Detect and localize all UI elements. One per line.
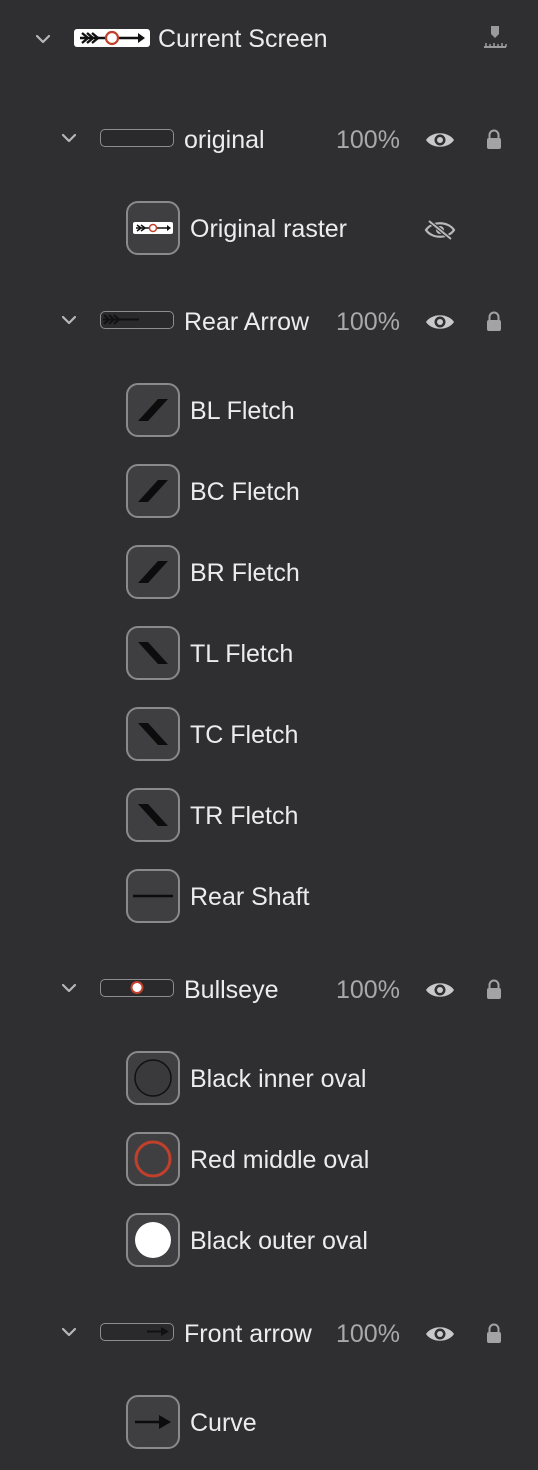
- layer-label: Rear Arrow: [184, 308, 310, 336]
- fletch-up-thumbnail-icon: [126, 464, 180, 518]
- layer-row-bc-fletch[interactable]: BC Fletch: [0, 464, 538, 520]
- layer-row-rear-arrow[interactable]: Rear Arrow 100%: [0, 306, 538, 338]
- opacity-value[interactable]: 100%: [336, 1319, 400, 1349]
- red-ring-thumbnail-icon: [126, 1132, 180, 1186]
- eye-icon[interactable]: [424, 979, 456, 1001]
- layer-label: BL Fletch: [190, 397, 295, 425]
- layer-row-rear-shaft[interactable]: Rear Shaft: [0, 869, 538, 925]
- layer-label: BC Fletch: [190, 478, 300, 506]
- lock-icon[interactable]: [485, 979, 503, 1001]
- lock-icon[interactable]: [485, 311, 503, 333]
- fletch-down-thumbnail-icon: [126, 626, 180, 680]
- eye-icon[interactable]: [424, 129, 456, 151]
- arrow-target-thumbnail-icon: [74, 28, 150, 48]
- layer-row-current-screen[interactable]: Current Screen: [0, 22, 538, 58]
- arrow-raster-thumbnail-icon: [126, 201, 180, 255]
- layer-label: Front arrow: [184, 1320, 312, 1348]
- layer-row-br-fletch[interactable]: BR Fletch: [0, 545, 538, 601]
- layer-label: Black inner oval: [190, 1065, 367, 1093]
- layer-row-bl-fletch[interactable]: BL Fletch: [0, 383, 538, 439]
- opacity-value[interactable]: 100%: [336, 975, 400, 1005]
- layer-row-original-raster[interactable]: Original raster: [0, 201, 538, 257]
- empty-thumbnail-icon: [100, 129, 174, 147]
- arrow-curve-thumbnail-icon: [126, 1395, 180, 1449]
- layer-title: Current Screen: [158, 25, 328, 53]
- layer-label: Bullseye: [184, 976, 279, 1004]
- layer-label: original: [184, 126, 265, 154]
- front-arrow-thumbnail-icon: [100, 1323, 174, 1341]
- layer-label: TC Fletch: [190, 721, 299, 749]
- layer-row-tl-fletch[interactable]: TL Fletch: [0, 626, 538, 682]
- line-thumbnail-icon: [126, 869, 180, 923]
- layer-label: TL Fletch: [190, 640, 294, 668]
- chevron-down-icon[interactable]: [34, 30, 52, 48]
- layer-label: TR Fletch: [190, 802, 299, 830]
- opacity-value[interactable]: 100%: [336, 307, 400, 337]
- layer-row-red-middle-oval[interactable]: Red middle oval: [0, 1132, 538, 1188]
- chevron-down-icon[interactable]: [60, 979, 78, 997]
- chevron-down-icon[interactable]: [60, 311, 78, 329]
- layer-row-bullseye[interactable]: Bullseye 100%: [0, 974, 538, 1006]
- layer-row-front-arrow[interactable]: Front arrow 100%: [0, 1318, 538, 1350]
- bullseye-thumbnail-icon: [100, 979, 174, 997]
- white-circle-thumbnail-icon: [126, 1213, 180, 1267]
- fletch-down-thumbnail-icon: [126, 788, 180, 842]
- layer-row-tc-fletch[interactable]: TC Fletch: [0, 707, 538, 763]
- layer-label: Original raster: [190, 215, 347, 243]
- fletch-up-thumbnail-icon: [126, 383, 180, 437]
- fletch-up-thumbnail-icon: [126, 545, 180, 599]
- lock-icon[interactable]: [485, 1323, 503, 1345]
- dark-circle-thumbnail-icon: [126, 1051, 180, 1105]
- opacity-value[interactable]: 100%: [336, 125, 400, 155]
- layer-label: BR Fletch: [190, 559, 300, 587]
- layer-row-original[interactable]: original 100%: [0, 124, 538, 156]
- lock-icon[interactable]: [485, 129, 503, 151]
- layer-row-black-inner-oval[interactable]: Black inner oval: [0, 1051, 538, 1107]
- eye-icon[interactable]: [424, 1323, 456, 1345]
- chevron-down-icon[interactable]: [60, 129, 78, 147]
- ruler-pin-icon[interactable]: [482, 24, 508, 50]
- layer-label: Black outer oval: [190, 1227, 368, 1255]
- layer-label: Curve: [190, 1409, 257, 1437]
- fletch-down-thumbnail-icon: [126, 707, 180, 761]
- eye-slash-icon[interactable]: [424, 219, 456, 241]
- layer-label: Red middle oval: [190, 1146, 370, 1174]
- eye-icon[interactable]: [424, 311, 456, 333]
- rear-arrow-thumbnail-icon: [100, 311, 174, 329]
- layer-row-curve[interactable]: Curve: [0, 1395, 538, 1451]
- layer-row-tr-fletch[interactable]: TR Fletch: [0, 788, 538, 844]
- layer-label: Rear Shaft: [190, 883, 310, 911]
- chevron-down-icon[interactable]: [60, 1323, 78, 1341]
- layer-row-black-outer-oval[interactable]: Black outer oval: [0, 1213, 538, 1269]
